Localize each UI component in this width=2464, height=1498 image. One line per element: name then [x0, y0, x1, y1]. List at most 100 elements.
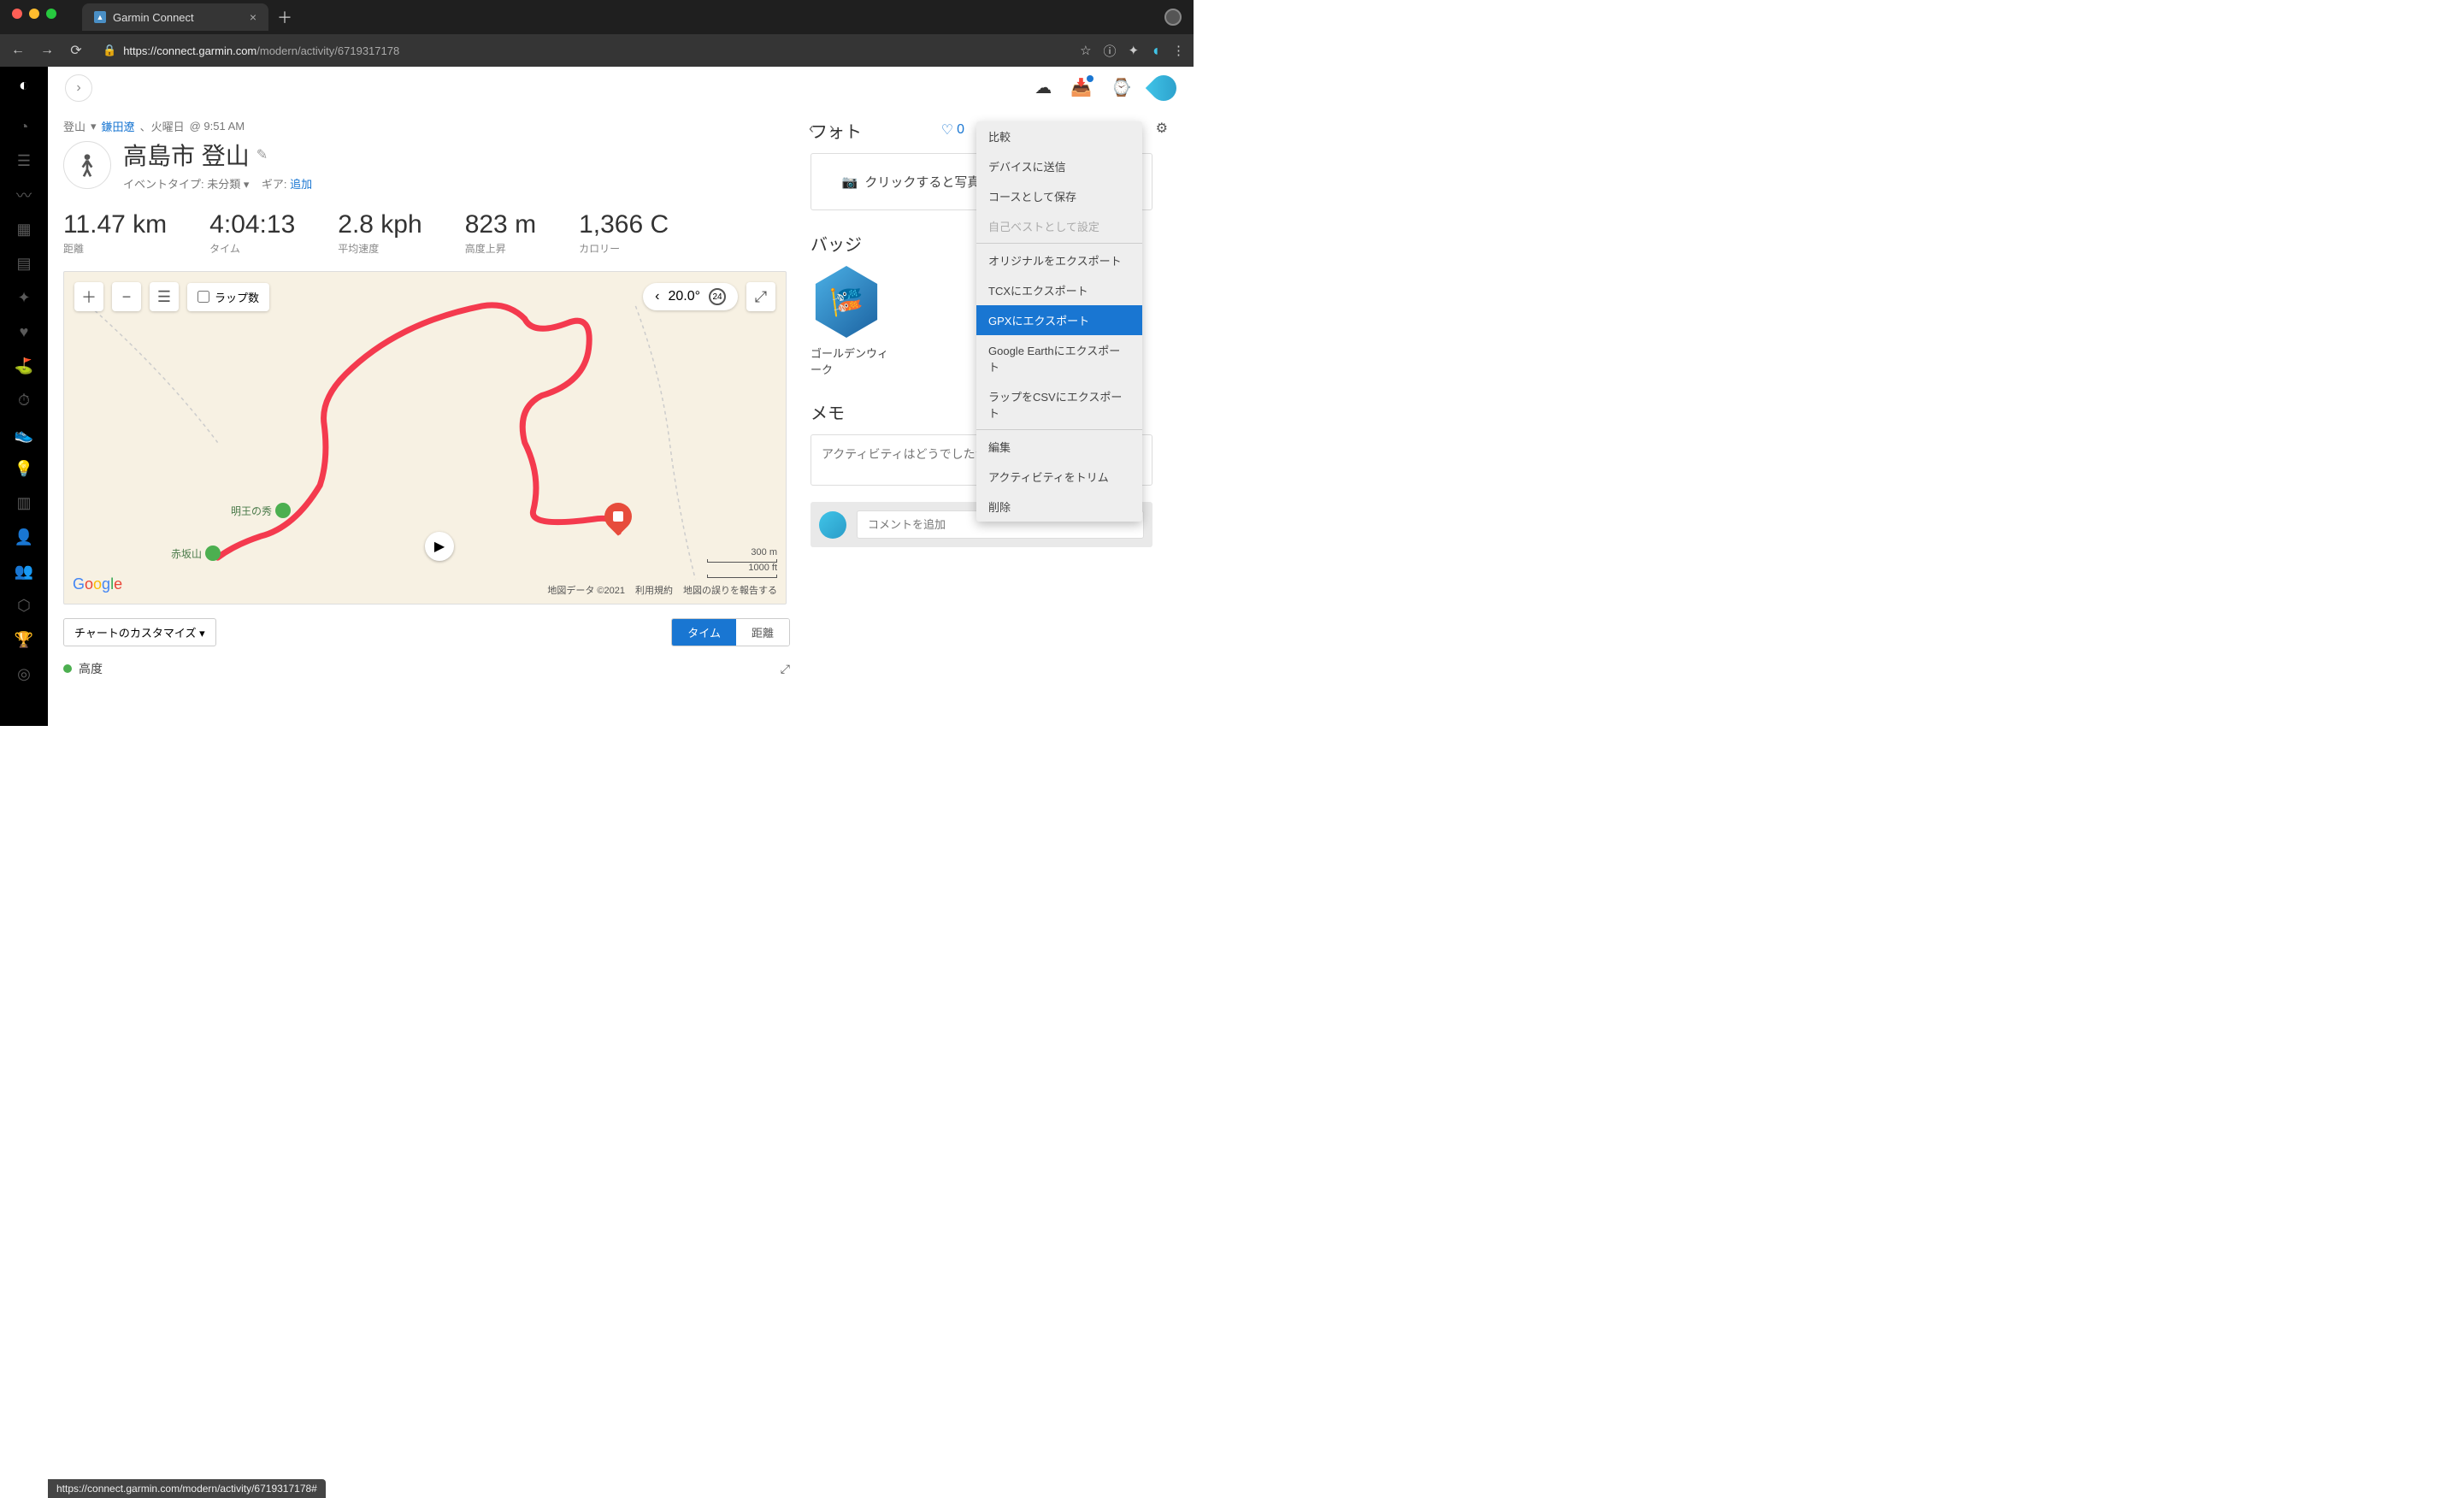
sidebar-news-icon[interactable]: ▤: [14, 253, 34, 274]
browser-tab[interactable]: ▲ Garmin Connect ×: [82, 3, 268, 31]
stats-row: 11.47 km距離 4:04:13タイム 2.8 kph平均速度 823 m高度上昇…: [63, 210, 790, 256]
menu-item-trim[interactable]: アクティビティをトリム: [976, 462, 1142, 492]
stat-item: 11.47 km距離: [63, 210, 167, 256]
menu-icon[interactable]: ⋮: [1172, 43, 1185, 58]
sidebar-hex-icon[interactable]: ⬡: [14, 595, 34, 616]
upload-icon[interactable]: ☁: [1035, 77, 1052, 98]
sidebar-golf-icon[interactable]: ⛳: [14, 356, 34, 376]
report-link[interactable]: 地図の誤りを報告する: [683, 583, 777, 597]
add-gear-link[interactable]: 追加: [290, 178, 312, 191]
avatar[interactable]: [1146, 69, 1182, 105]
tab-title: Garmin Connect: [113, 11, 194, 24]
maximize-window-button[interactable]: [46, 9, 56, 19]
new-tab-button[interactable]: ＋: [277, 6, 292, 28]
sidebar-stopwatch-icon[interactable]: ⏱: [14, 390, 34, 410]
elevation-section-header: 高度 ⤢: [63, 660, 790, 677]
forward-button[interactable]: →: [38, 43, 56, 58]
sidebar-wave-icon[interactable]: 〰: [14, 185, 34, 205]
browser-chrome: ▲ Garmin Connect × ＋ ← → ⟳ 🔒 https://con…: [0, 0, 1194, 67]
url-bar[interactable]: 🔒 https://connect.garmin.com/modern/acti…: [96, 44, 1070, 57]
vertical-sidebar: ◐ ◔ ☰ 〰 ▦ ▤ ✦ ♥ ⛳ ⏱ 👟 💡 ▥ 👤 👥 ⬡ 🏆 ◎: [0, 67, 48, 726]
reload-button[interactable]: ⟳: [67, 42, 85, 59]
close-window-button[interactable]: [12, 9, 22, 19]
browser-actions: ☆ ⓘ ✦ ◖ ⋮: [1080, 42, 1185, 60]
bookmark-icon[interactable]: ☆: [1080, 43, 1091, 58]
sidebar-bars-icon[interactable]: ▥: [14, 492, 34, 513]
comment-avatar: [819, 511, 846, 539]
sidebar-calendar-icon[interactable]: ▦: [14, 219, 34, 239]
back-button[interactable]: ←: [9, 43, 27, 58]
menu-item-del[interactable]: 削除: [976, 492, 1142, 522]
chevron-left-icon[interactable]: ‹: [655, 289, 659, 304]
sidebar-dashboard-icon[interactable]: ◔: [14, 116, 34, 137]
expand-icon[interactable]: ⤢: [781, 662, 790, 676]
sidebar-activity-icon[interactable]: ✦: [14, 287, 34, 308]
topbar: › ☁ 📥 ⌚: [48, 67, 1194, 109]
content: ‹ › ♡ 0 ⚙ 登山 ▾ 鎌田遼 、火曜日 @ 9:51 AM: [48, 109, 1194, 677]
sidebar-group-icon[interactable]: 👥: [14, 561, 34, 581]
stat-item: 823 m高度上昇: [465, 210, 536, 256]
menu-item-exge[interactable]: Google Earthにエクスポート: [976, 335, 1142, 381]
gear-icon[interactable]: ⚙: [1156, 120, 1168, 137]
menu-item-exgpx[interactable]: GPXにエクスポート: [976, 305, 1142, 335]
device-icon[interactable]: ⌚: [1111, 77, 1132, 98]
activity-type-icon: [63, 141, 111, 189]
menu-item-savecourse[interactable]: コースとして保存: [976, 181, 1142, 211]
status-bar: https://connect.garmin.com/modern/activi…: [48, 1479, 326, 1498]
tab-favicon: ▲: [94, 11, 106, 23]
chevron-down-icon[interactable]: ▾: [244, 178, 250, 191]
tab-time[interactable]: タイム: [672, 619, 736, 646]
zoom-in-button[interactable]: ＋: [74, 282, 103, 311]
layers-button[interactable]: ☰: [150, 282, 179, 311]
activity-title: 高島市 登山 ✎: [123, 138, 312, 172]
menu-item-exorig[interactable]: オリジナルをエクスポート: [976, 245, 1142, 275]
fullscreen-button[interactable]: ⤢: [746, 282, 775, 311]
map-footer: 地図データ ©2021 利用規約 地図の誤りを報告する: [547, 583, 777, 597]
tab-distance[interactable]: 距離: [736, 619, 789, 646]
map-scale: 300 m 1000 ft: [707, 547, 777, 578]
minimize-window-button[interactable]: [29, 9, 39, 19]
info-icon[interactable]: ⓘ: [1104, 42, 1117, 60]
extensions-icon[interactable]: ✦: [1129, 43, 1140, 58]
badge-item[interactable]: 🎏 ゴールデンウィーク: [811, 266, 896, 377]
menu-item-excsv[interactable]: ラップをCSVにエクスポート: [976, 381, 1142, 428]
terms-link[interactable]: 利用規約: [635, 583, 673, 597]
google-logo: Google: [73, 575, 122, 593]
edit-title-icon[interactable]: ✎: [256, 146, 268, 163]
laps-toggle[interactable]: ラップ数: [187, 283, 269, 311]
sidebar-bulb-icon[interactable]: 💡: [14, 458, 34, 479]
play-button[interactable]: ▶: [425, 532, 454, 561]
close-tab-button[interactable]: ×: [250, 10, 256, 24]
menu-item-compare[interactable]: 比較: [976, 121, 1142, 151]
menu-item-edit[interactable]: 編集: [976, 432, 1142, 462]
chevron-down-icon[interactable]: ▾: [91, 120, 97, 133]
extension-pacman-icon[interactable]: ◖: [1151, 42, 1160, 60]
stat-item: 4:04:13タイム: [209, 210, 295, 256]
camera-icon: 📷: [842, 175, 858, 190]
chart-axis-toggle: タイム 距離: [671, 618, 790, 646]
stat-item: 2.8 kph平均速度: [338, 210, 421, 256]
sidebar-layers-icon[interactable]: ☰: [14, 150, 34, 171]
garmin-logo-icon[interactable]: ◐: [14, 75, 34, 96]
customize-chart-button[interactable]: チャートのカスタマイズ ▾: [63, 618, 216, 646]
profile-indicator[interactable]: [1164, 9, 1182, 26]
sidebar-person-icon[interactable]: 👤: [14, 527, 34, 547]
map-container[interactable]: 明王の秀 赤坂山 ＋ − ☰ ラップ数 ‹ 20.0° 24: [63, 271, 787, 605]
settings-dropdown: 比較デバイスに送信コースとして保存自己ベストとして設定オリジナルをエクスポートT…: [976, 121, 1142, 522]
inbox-icon[interactable]: 📥: [1070, 77, 1092, 98]
lock-icon: 🔒: [103, 44, 116, 57]
map-poi-label: 赤坂山: [171, 546, 221, 561]
main-panel: › ☁ 📥 ⌚ ‹ › ♡ 0 ⚙ 登山 ▾ 鎌田遼 、火曜日: [48, 67, 1194, 726]
weather-chip[interactable]: ‹ 20.0° 24: [643, 283, 738, 310]
user-link[interactable]: 鎌田遼: [102, 118, 135, 134]
sidebar-heart-icon[interactable]: ♥: [14, 321, 34, 342]
expand-sidebar-button[interactable]: ›: [65, 74, 92, 102]
menu-item-extcx[interactable]: TCXにエクスポート: [976, 275, 1142, 305]
sidebar-trophy-icon[interactable]: 🏆: [14, 629, 34, 650]
zoom-out-button[interactable]: −: [112, 282, 141, 311]
sidebar-shoe-icon[interactable]: 👟: [14, 424, 34, 445]
address-bar-row: ← → ⟳ 🔒 https://connect.garmin.com/moder…: [0, 34, 1194, 67]
badge-icon: 🎏: [811, 266, 882, 338]
sidebar-target-icon[interactable]: ◎: [14, 663, 34, 684]
menu-item-send[interactable]: デバイスに送信: [976, 151, 1142, 181]
